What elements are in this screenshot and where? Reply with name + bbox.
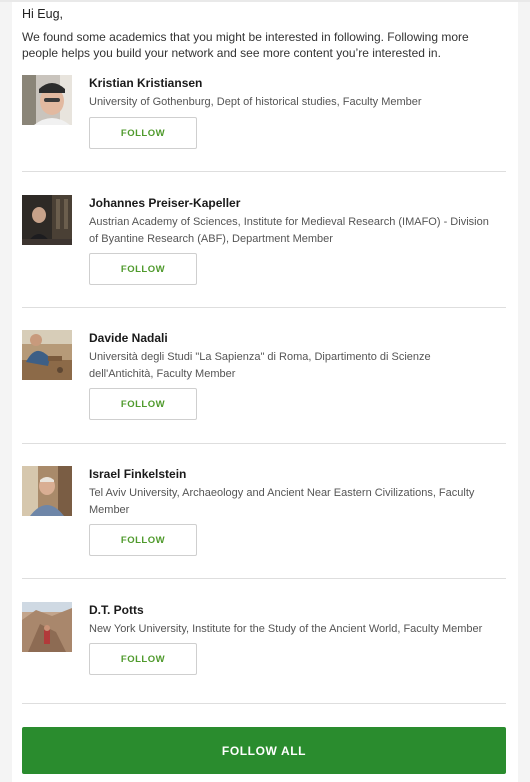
person-name[interactable]: D.T. Potts xyxy=(89,603,144,617)
person-name[interactable]: Kristian Kristiansen xyxy=(89,76,202,90)
follow-button[interactable]: FOLLOW xyxy=(89,643,197,675)
follow-button[interactable]: FOLLOW xyxy=(89,117,197,149)
divider xyxy=(22,171,506,172)
person-name[interactable]: Davide Nadali xyxy=(89,331,168,345)
person-affiliation: New York University, Institute for the S… xyxy=(89,623,483,635)
person-affiliation: Università degli Studi "La Sapienza" di … xyxy=(89,351,431,380)
divider xyxy=(22,307,506,308)
avatar[interactable] xyxy=(22,330,72,380)
divider xyxy=(22,578,506,579)
email-card: Hi Eug, We found some academics that you… xyxy=(12,2,518,782)
avatar[interactable] xyxy=(22,466,72,516)
intro-text: We found some academics that you might b… xyxy=(22,30,469,60)
person-affiliation: University of Gothenburg, Dept of histor… xyxy=(89,96,422,108)
avatar[interactable] xyxy=(22,602,72,652)
person-affiliation: Austrian Academy of Sciences, Institute … xyxy=(89,216,489,245)
divider xyxy=(22,703,506,704)
avatar[interactable] xyxy=(22,75,72,125)
avatar[interactable] xyxy=(22,195,72,245)
person-name[interactable]: Israel Finkelstein xyxy=(89,467,186,481)
follow-all-button[interactable]: FOLLOW ALL xyxy=(22,727,506,774)
follow-button[interactable]: FOLLOW xyxy=(89,524,197,556)
divider xyxy=(22,443,506,444)
person-name[interactable]: Johannes Preiser-Kapeller xyxy=(89,196,240,210)
greeting-text: Hi Eug, xyxy=(22,7,63,21)
follow-button[interactable]: FOLLOW xyxy=(89,253,197,285)
person-affiliation: Tel Aviv University, Archaeology and Anc… xyxy=(89,487,475,516)
follow-button[interactable]: FOLLOW xyxy=(89,388,197,420)
